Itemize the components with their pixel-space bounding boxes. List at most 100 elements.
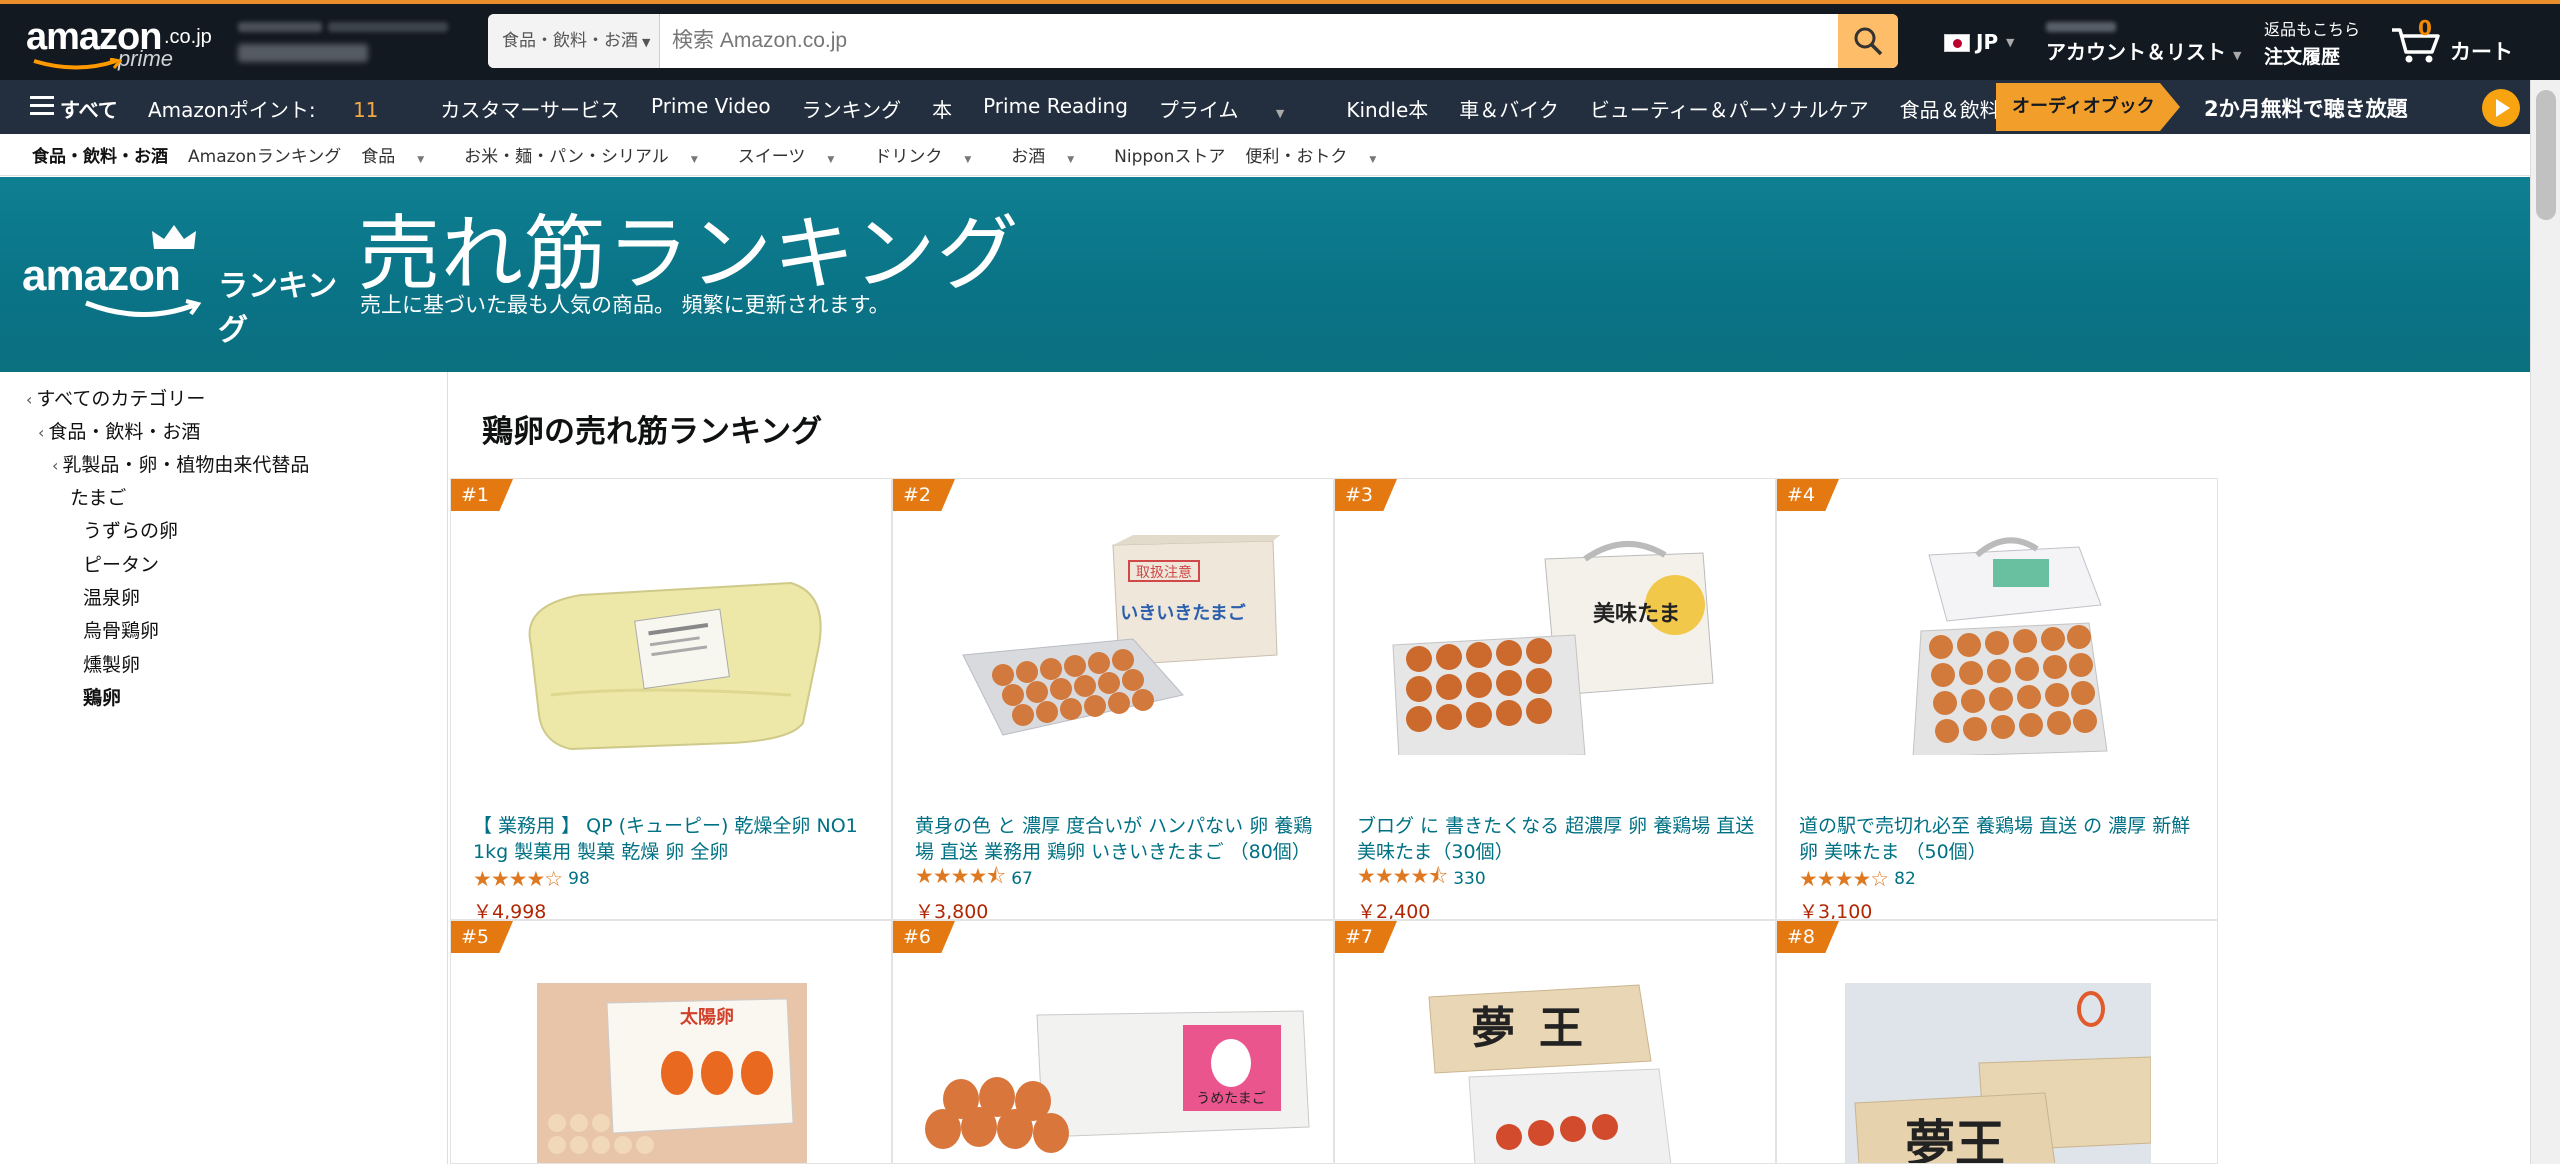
chevron-down-icon: ▼ xyxy=(964,155,972,165)
box-name-text: 美味たま xyxy=(1593,601,1680,627)
japan-flag-icon xyxy=(1944,34,1970,52)
product-image[interactable] xyxy=(1817,535,2177,755)
chevron-left-icon: ‹ xyxy=(26,390,33,409)
page-scrollbar[interactable] xyxy=(2530,80,2560,1164)
product-card[interactable]: #7 夢王 xyxy=(1334,920,1776,1164)
top-navigation-bar: amazon .co.jp prime 食品・飲料・お酒 ▼ JP ▼ アカウント… xyxy=(0,0,2560,80)
chevron-down-icon: ▼ xyxy=(827,155,835,165)
subnav-item-nippon-store[interactable]: Nipponストア xyxy=(1114,142,1225,167)
nav-item-prime[interactable]: プライム ▼ xyxy=(1159,94,1315,123)
product-image[interactable] xyxy=(491,535,851,755)
sidebar-item-all-categories[interactable]: ‹ すべてのカテゴリー xyxy=(26,384,205,411)
points-value: 11 xyxy=(352,98,379,122)
sidebar-item-dairy-egg[interactable]: ‹ 乳製品・卵・植物由来代替品 xyxy=(52,450,309,477)
sidebar-item-food-drink[interactable]: ‹ 食品・飲料・お酒 xyxy=(38,417,200,444)
product-image[interactable]: 太陽卵 xyxy=(537,983,807,1164)
nav-item-customer-service[interactable]: カスタマーサービス xyxy=(440,94,620,123)
product-title-link[interactable]: 道の駅で売切れ必至 養鶏場 直送 の 濃厚 新鮮 卵 美味たま （50個） xyxy=(1799,813,2199,865)
product-title-link[interactable]: ブログ に 書きたくなる 超濃厚 卵 養鶏場 直送 美味たま（30個） xyxy=(1357,813,1757,865)
product-image[interactable]: 取扱注意 いきいきたまご xyxy=(933,535,1293,755)
nav-item-prime-reading[interactable]: Prime Reading xyxy=(983,94,1128,123)
subnav-item-rice[interactable]: お米・麺・パン・シリアル ▼ xyxy=(464,142,718,167)
subnav-item-alcohol[interactable]: お酒 ▼ xyxy=(1011,142,1094,167)
review-count: 98 xyxy=(568,869,590,889)
chevron-down-icon: ▼ xyxy=(2006,36,2015,49)
audible-tag: オーディオブック xyxy=(1996,83,2180,131)
sidebar-item-quail-egg[interactable]: うずらの卵 xyxy=(83,516,178,543)
all-menu-button[interactable]: すべて xyxy=(60,94,118,123)
nav-item-car-bike[interactable]: 車＆バイク xyxy=(1459,94,1559,123)
chevron-left-icon: ‹ xyxy=(52,456,59,475)
nav-item-ranking[interactable]: ランキング xyxy=(802,94,901,123)
search-input[interactable] xyxy=(660,14,1838,68)
nav-item-kindle[interactable]: Kindle本 xyxy=(1346,94,1428,123)
product-card[interactable]: #6 うめたまご xyxy=(892,920,1334,1164)
box-name-text: いきいきたまご xyxy=(1120,602,1245,624)
subnav-item-deals[interactable]: 便利・おトク ▼ xyxy=(1245,142,1396,167)
product-rating[interactable]: ★★★★⯪ 67 xyxy=(915,864,1033,891)
nav-item-points[interactable]: Amazonポイント: 11 xyxy=(148,94,409,123)
logo-prime: prime xyxy=(118,46,174,71)
nav-item-books[interactable]: 本 xyxy=(932,94,952,123)
sidebar-item-silkie-egg[interactable]: 烏骨鶏卵 xyxy=(83,616,159,643)
product-price: ￥3,800 xyxy=(915,901,989,920)
banner-subtitle: 売上に基づいた最も人気の商品。 頻繁に更新されます。 xyxy=(360,293,890,317)
product-title-link[interactable]: 【 業務用 】 QP (キューピー) 乾燥全卵 NO1 1kg 製菓用 製菓 乾… xyxy=(473,813,873,865)
box-tag-text: 取扱注意 xyxy=(1136,564,1192,581)
play-icon xyxy=(2482,89,2520,127)
product-card[interactable]: #4 道の駅で売切れ必至 養鶏場 直送 の 濃厚 新鮮 卵 美味たま （50個）… xyxy=(1776,478,2218,920)
sidebar-item-smoked-egg[interactable]: 燻製卵 xyxy=(83,650,140,677)
scrollbar-thumb[interactable] xyxy=(2536,90,2556,220)
subnav-item-sweets[interactable]: スイーツ ▼ xyxy=(738,142,855,167)
amazon-logo[interactable]: amazon .co.jp prime xyxy=(26,16,216,72)
sidebar-item-century-egg[interactable]: ピータン xyxy=(83,550,159,577)
account-menu[interactable]: アカウント＆リスト ▼ xyxy=(2046,16,2241,66)
subnav-item-food[interactable]: 食品 ▼ xyxy=(361,142,444,167)
product-card[interactable]: #5 太陽卵 xyxy=(450,920,892,1164)
sidebar-item-tamago[interactable]: たまご xyxy=(70,483,126,510)
star-rating-icon: ★★★★☆ xyxy=(473,867,563,891)
top-accent-line xyxy=(0,0,2560,4)
ranking-smile-icon xyxy=(85,299,202,318)
product-card[interactable]: #8 夢王 xyxy=(1776,920,2218,1164)
product-card[interactable]: #2 取扱注意 いきいきたまご 黄身の色 と 濃厚 度合いが ハンパない 卵 養… xyxy=(892,478,1334,920)
chevron-down-icon: ▼ xyxy=(417,155,425,165)
nav-item-food[interactable]: 食品＆飲料 xyxy=(1900,94,2000,123)
product-title-link[interactable]: 黄身の色 と 濃厚 度合いが ハンパない 卵 養鶏場 直送 業務用 鶏卵 いきい… xyxy=(915,813,1315,865)
product-image[interactable]: 夢王 xyxy=(1845,983,2151,1164)
search-category-label: 食品・飲料・お酒 xyxy=(502,31,638,51)
orders-link[interactable]: 返品もこちら 注文履歴 xyxy=(2264,16,2360,69)
box-name-text: 太陽卵 xyxy=(680,1006,734,1028)
product-image[interactable]: 美味たま xyxy=(1375,535,1735,755)
chevron-down-icon: ▼ xyxy=(1369,155,1377,165)
ranking-logo-word: amazon xyxy=(22,251,181,300)
subnav-item-ranking[interactable]: Amazonランキング xyxy=(188,142,341,167)
cart-button[interactable]: 0 カート xyxy=(2390,16,2540,66)
product-price: ￥3,100 xyxy=(1799,901,1873,920)
nav-item-prime-video[interactable]: Prime Video xyxy=(651,94,771,123)
chevron-down-icon: ▼ xyxy=(642,36,651,49)
search-button[interactable] xyxy=(1838,14,1898,68)
product-card[interactable]: #1 【 業務用 】 QP (キューピー) 乾燥全卵 NO1 1kg 製菓用 製… xyxy=(450,478,892,920)
audible-promo-banner[interactable]: オーディオブック 2か月無料で聴き放題 xyxy=(1996,81,2560,133)
sidebar-item-onsen-egg[interactable]: 温泉卵 xyxy=(83,583,140,610)
rank-badge: #5 xyxy=(451,921,513,953)
subnav-item-food-drink[interactable]: 食品・飲料・お酒 xyxy=(32,142,168,167)
product-rating[interactable]: ★★★★☆ 98 xyxy=(473,867,590,891)
box-name-text: うめたまご xyxy=(1196,1091,1266,1107)
subnav-item-drinks[interactable]: ドリンク ▼ xyxy=(874,142,991,167)
product-rating[interactable]: ★★★★⯪ 330 xyxy=(1357,864,1486,891)
cart-label: カート xyxy=(2450,40,2513,64)
product-image[interactable]: 夢王 xyxy=(1419,977,1695,1164)
product-image[interactable]: うめたまご xyxy=(913,1007,1313,1164)
delivery-address-blurred[interactable] xyxy=(232,16,452,66)
hamburger-menu-icon[interactable] xyxy=(30,96,54,116)
rank-badge: #4 xyxy=(1777,479,1839,511)
amazon-ranking-logo: amazon ランキング xyxy=(22,223,342,348)
product-card[interactable]: #3 美味たま ブログ に 書きたくなる 超濃厚 卵 養鶏場 直送 美味たま（3… xyxy=(1334,478,1776,920)
nav-item-beauty[interactable]: ビューティー＆パーソナルケア xyxy=(1590,94,1869,123)
page-title: 鶏卵の売れ筋ランキング xyxy=(482,414,823,450)
product-rating[interactable]: ★★★★☆ 82 xyxy=(1799,867,1916,891)
star-rating-icon: ★★★★☆ xyxy=(1799,867,1889,891)
search-category-dropdown[interactable]: 食品・飲料・お酒 ▼ xyxy=(488,14,660,68)
